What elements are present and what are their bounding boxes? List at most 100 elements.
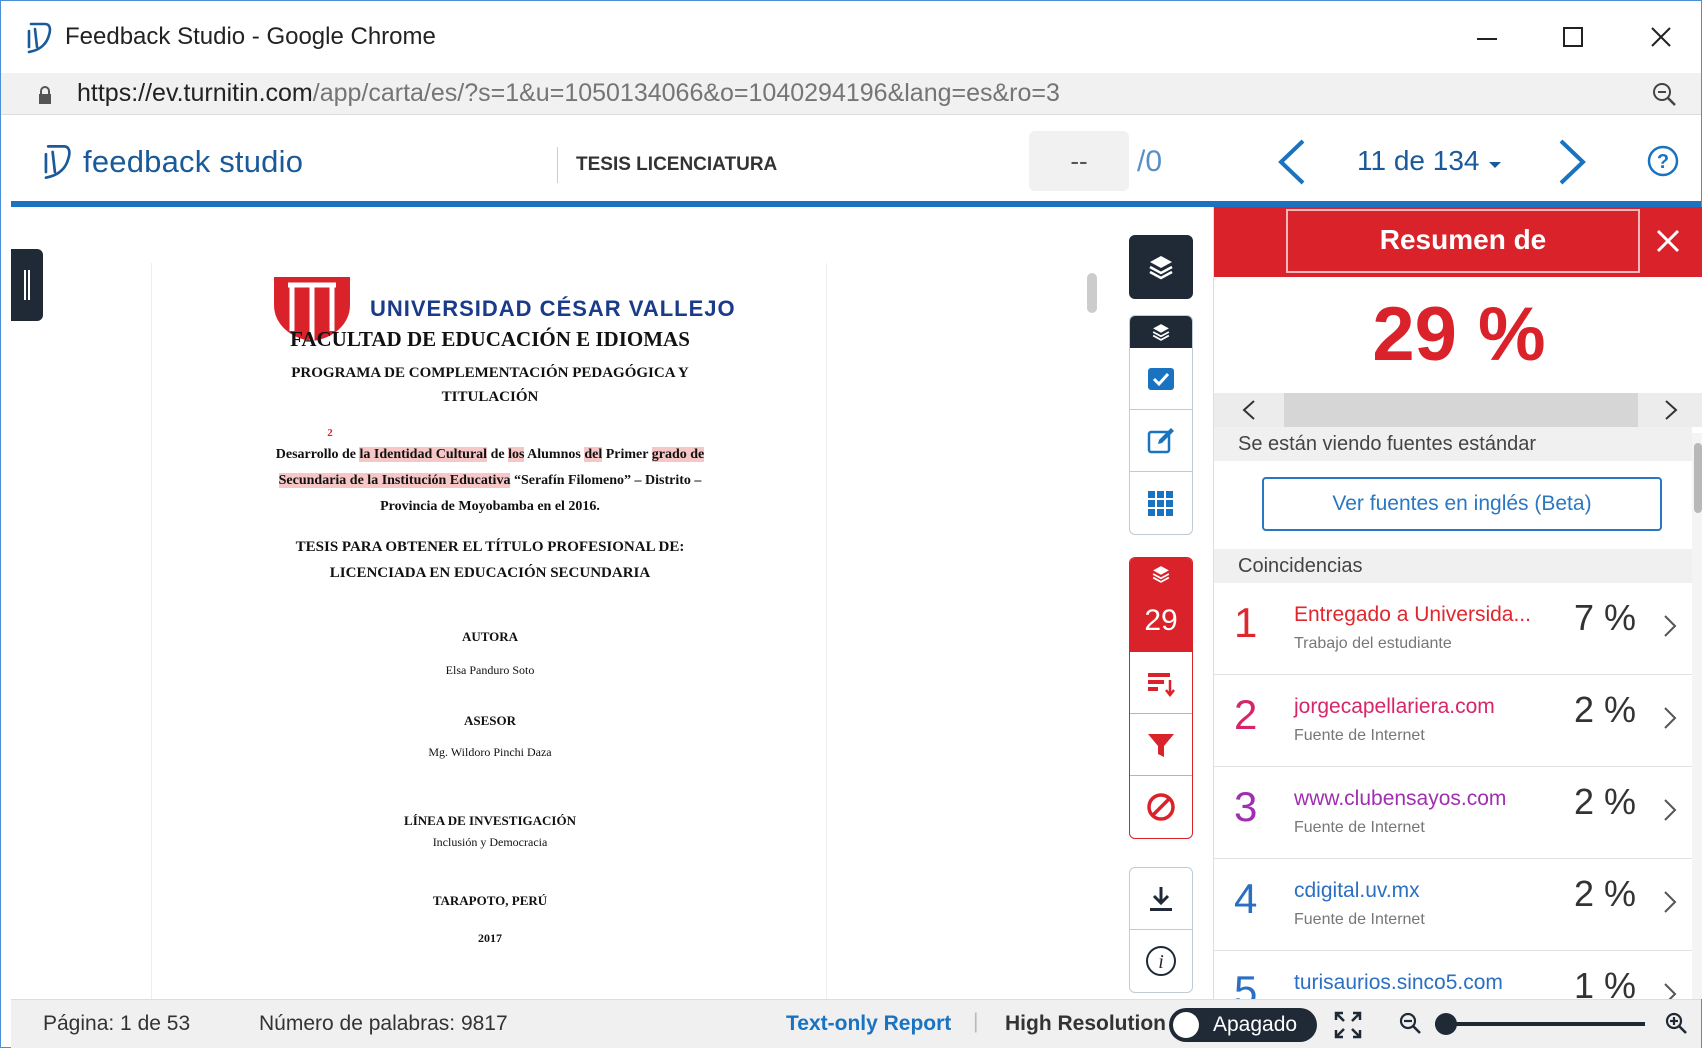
zoom-icon[interactable] [1651,81,1677,107]
match-overview-panel: Resumen de coincidencias 29 % Se están v… [1213,207,1702,1043]
match-row[interactable]: 2 jorgecapellariera.com Fuente de Internet… [1214,675,1692,767]
download-button[interactable] [1130,868,1192,930]
brand[interactable]: feedback studio [39,143,303,181]
exclude-sources-button[interactable] [1130,776,1192,838]
minimize-icon [1477,38,1497,40]
chevron-right-icon[interactable] [1662,705,1678,731]
pager-text: 11 de 134 [1357,145,1480,176]
university-name: UNIVERSIDAD CÉSAR VALLEJO [370,296,736,321]
zoom-slider-handle[interactable] [1435,1013,1457,1035]
rubric-button[interactable] [1130,348,1192,410]
previous-paper-icon[interactable] [1273,137,1309,187]
chevron-right-icon[interactable] [1662,797,1678,823]
close-icon [1651,27,1671,47]
advisor-name: Mg. Wildoro Pinchi Daza [428,745,552,759]
zoom-in-icon[interactable] [1663,1010,1689,1036]
match-percent: 2 % [1574,873,1637,914]
high-resolution-toggle[interactable]: Apagado [1169,1008,1317,1042]
close-window-button[interactable] [1641,19,1681,55]
paper-pager[interactable]: 11 de 134 [1357,145,1503,177]
url-path: /app/carta/es/?s=1&u=1050134066&o=104029… [312,79,1060,107]
layers-icon [1149,256,1173,280]
help-icon[interactable]: ? [1647,145,1679,177]
chevron-right-icon[interactable] [1662,889,1678,915]
highlighted-match[interactable]: del [584,447,603,462]
zoom-slider[interactable] [1435,1013,1645,1035]
grading-layer-header[interactable] [1130,316,1192,348]
panel-scrollbar[interactable] [1692,433,1702,999]
match-number: 3 [1234,783,1258,830]
sources-info: Se están viendo fuentes estándar [1214,427,1692,461]
info-button[interactable]: i [1130,930,1192,992]
filter-button[interactable] [1130,714,1192,776]
panel-title: Resumen de coincidencias [1286,209,1640,313]
word-count: Número de palabras: 9817 [259,1012,508,1035]
panel-scrollbar-thumb[interactable] [1694,443,1702,513]
checkbox-icon [1148,367,1174,390]
match-number: 4 [1234,875,1258,922]
address-bar[interactable]: https://ev.turnitin.com/app/carta/es/?s=… [1,73,1701,115]
highlighted-match[interactable]: grado de [651,447,705,462]
url-text[interactable]: https://ev.turnitin.com/app/carta/es/?s=… [77,79,1060,108]
similarity-score-button[interactable]: 29 [1130,590,1192,652]
url-host: https://ev.turnitin.com [77,79,313,107]
highlighted-match[interactable]: los [508,447,525,462]
assignment-title: TESIS LICENCIATURA [557,147,777,183]
program-line-1: PROGRAMA DE COMPLEMENTACIÓN PEDAGÓGICA Y [291,365,689,381]
match-source[interactable]: Entregado a Universida... [1294,603,1531,627]
scroll-left-button[interactable] [1214,393,1284,427]
block-icon [1147,793,1175,821]
matches-section-header: Coincidencias [1214,549,1692,583]
year: 2017 [478,931,502,945]
degree-line-2: LICENCIADA EN EDUCACIÓN SECUNDARIA [329,565,651,581]
english-sources-button[interactable]: Ver fuentes en inglés (Beta) [1262,477,1662,531]
thesis-title-line-2: Secundaria de la Institución Educativa “… [152,473,828,489]
close-panel-icon[interactable] [1654,227,1682,255]
match-percent: 2 % [1574,689,1637,730]
scroll-right-button[interactable] [1638,393,1702,427]
maximize-button[interactable] [1553,19,1593,55]
all-sources-button[interactable] [1130,652,1192,714]
highlighted-match[interactable]: la Identidad Cultural [359,447,488,462]
document-scrollbar[interactable] [1087,273,1097,313]
zoom-out-icon[interactable] [1397,1010,1423,1036]
toggle-knob [1173,1012,1199,1038]
similarity-layer-header[interactable] [1130,558,1192,590]
layers-button[interactable] [1129,235,1193,299]
svg-text:i: i [1158,951,1164,973]
title-text: “Serafín Filomeno” – Distrito – [510,473,702,488]
match-marker[interactable]: 2 [0,427,668,439]
highlighted-match[interactable]: Secundaria de la Institución Educativa [278,473,511,488]
match-row[interactable]: 4 cdigital.uv.mx Fuente de Internet 2 % [1214,859,1692,951]
comment-button[interactable] [1130,410,1192,472]
chevron-right-icon[interactable] [1662,613,1678,639]
match-source[interactable]: jorgecapellariera.com [1294,695,1495,719]
faculty-heading: FACULTAD DE EDUCACIÓN E IDIOMAS [290,327,690,351]
fullscreen-icon[interactable] [1333,1010,1363,1040]
match-source[interactable]: turisaurios.sinco5.com [1294,971,1503,995]
match-row[interactable]: 3 www.clubensayos.com Fuente de Internet 2 … [1214,767,1692,859]
sort-list-icon [1148,672,1175,697]
match-source[interactable]: cdigital.uv.mx [1294,879,1420,903]
minimize-button[interactable] [1467,19,1507,55]
grid-button[interactable] [1130,472,1192,534]
text-only-report-link[interactable]: Text-only Report [786,1012,951,1036]
info-icon: i [1146,946,1176,976]
document-page: UNIVERSIDAD CÉSAR VALLEJO FACULTAD DE ED… [151,263,827,999]
match-source-type: Fuente de Internet [1294,727,1425,744]
grid-icon [1148,491,1173,516]
toggle-state: Apagado [1213,1013,1298,1036]
download-icon [1150,886,1172,911]
side-panel-toggle[interactable] [11,249,43,321]
status-bar: Página: 1 de 53 Número de palabras: 9817… [11,999,1701,1048]
chevron-right-icon [1665,400,1678,420]
research-line-label: LÍNEA DE INVESTIGACIÓN [404,813,576,828]
match-row[interactable]: 1 Entregado a Universida... Trabajo del es… [1214,583,1692,675]
match-source-type: Fuente de Internet [1294,911,1425,928]
page-number-input[interactable]: -- [1029,131,1129,191]
overall-similarity: 29 % [1372,292,1546,377]
edit-icon [1147,427,1174,453]
source-scroller[interactable] [1214,393,1702,427]
match-source[interactable]: www.clubensayos.com [1294,787,1506,811]
next-paper-icon[interactable] [1555,137,1591,187]
